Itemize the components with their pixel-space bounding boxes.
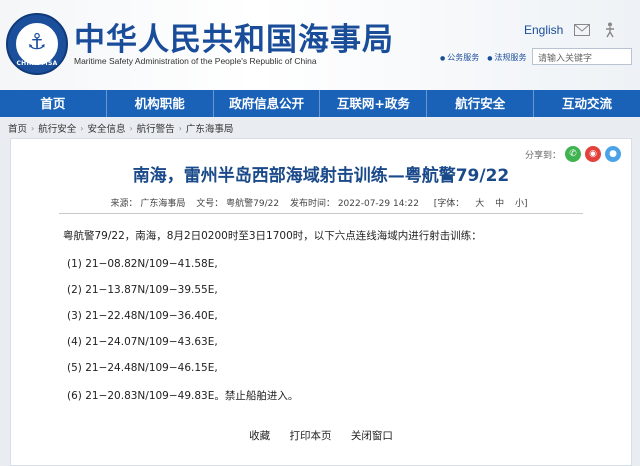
divider [59,213,583,214]
coordinate-point: (4) 21−24.07N/109−43.63E, [67,336,218,348]
coordinate-point: (5) 21−24.48N/109−46.15E, [67,362,218,374]
accessibility-icon[interactable] [601,22,619,38]
nav-gov-info[interactable]: 政府信息公开 [214,90,321,117]
article-actions: 收藏 打印本页 关闭窗口 [11,428,631,443]
breadcrumb-guangdong[interactable]: 广东海事局 [186,121,234,135]
favorite-link[interactable]: 收藏 [249,430,270,442]
site-subtitle: Maritime Safety Administration of the Pe… [74,56,317,66]
font-size-label: [字体： [433,199,465,209]
meta-doc-number: 文号： 粤航警79/22 [196,199,280,209]
article-title: 南海，雷州半岛西部海域射击训练—粤航警79/22 [132,166,510,186]
breadcrumb-navigation-safety[interactable]: 航行安全 [38,121,76,135]
chevron-right-icon: › [80,123,84,133]
logo-text: CHINA MSA [16,60,58,67]
msa-logo[interactable]: ⚓ CHINA MSA [6,13,68,75]
nav-interaction[interactable]: 互动交流 [534,90,640,117]
breadcrumb-nav-warning[interactable]: 航行警告 [137,121,175,135]
meta-source: 来源： 广东海事局 [110,199,186,209]
service-link-legal[interactable]: 法规服务 [487,52,527,63]
service-links: 公务服务 法规服务 [440,52,527,63]
nav-home[interactable]: 首页 [0,90,107,117]
coordinate-point: (2) 21−13.87N/109−39.55E, [67,284,218,296]
qq-icon[interactable]: ● [605,146,621,162]
font-size-medium[interactable]: 中 [495,199,504,209]
share-label: 分享到： [524,150,561,161]
font-size-control: [字体： 大 中 小] [430,199,532,209]
nav-egov[interactable]: 互联网+政务 [320,90,428,117]
coordinate-point: (1) 21−08.82N/109−41.58E, [67,258,218,270]
meta-publish-time: 发布时间： 2022-07-29 14:22 [289,199,419,209]
article-panel: 分享到： ✆ ◉ ● 南海，雷州半岛西部海域射击训练—粤航警79/22 来源： … [10,138,632,466]
site-title[interactable]: 中华人民共和国海事局 [74,14,394,59]
weibo-icon[interactable]: ◉ [585,146,601,162]
close-window-link[interactable]: 关闭窗口 [351,430,393,442]
font-size-small[interactable]: 小] [515,199,528,209]
anchor-icon: ⚓ [27,30,47,55]
chevron-right-icon: › [31,123,35,133]
chevron-right-icon: › [129,123,133,133]
print-link[interactable]: 打印本页 [290,430,332,442]
coordinate-point: (3) 21−22.48N/109−36.40E, [67,310,218,322]
search-input[interactable]: 请输入关键字 [532,48,632,65]
share-bar: 分享到： ✆ ◉ ● [525,146,621,162]
font-size-large[interactable]: 大 [475,199,484,209]
service-link-public[interactable]: 公务服务 [440,52,479,63]
article-meta: 来源： 广东海事局 文号： 粤航警79/22 发布时间： 2022-07-29 … [11,196,631,209]
chevron-right-icon: › [178,123,182,133]
breadcrumb-safety-info[interactable]: 安全信息 [87,121,125,135]
nav-functions[interactable]: 机构职能 [107,90,214,117]
coordinate-point: (6) 21−20.83N/109−49.83E。禁止船舶进入。 [67,390,299,402]
breadcrumb: 首页 › 航行安全 › 安全信息 › 航行警告 › 广东海事局 [8,120,233,136]
english-link[interactable]: English [524,23,563,37]
site-header: ⚓ CHINA MSA 中华人民共和国海事局 Maritime Safety A… [0,0,640,90]
top-links: English [524,22,619,38]
nav-navigation-safety[interactable]: 航行安全 [427,90,535,117]
wechat-icon[interactable]: ✆ [565,146,581,162]
mail-icon[interactable] [573,22,591,38]
breadcrumb-home[interactable]: 首页 [8,121,27,135]
main-nav: 首页 机构职能 政府信息公开 互联网+政务 航行安全 互动交流 [0,90,640,117]
article-intro: 粤航警79/22，南海，8月2日0200时至3日1700时，以下六点连线海域内进… [63,230,482,242]
